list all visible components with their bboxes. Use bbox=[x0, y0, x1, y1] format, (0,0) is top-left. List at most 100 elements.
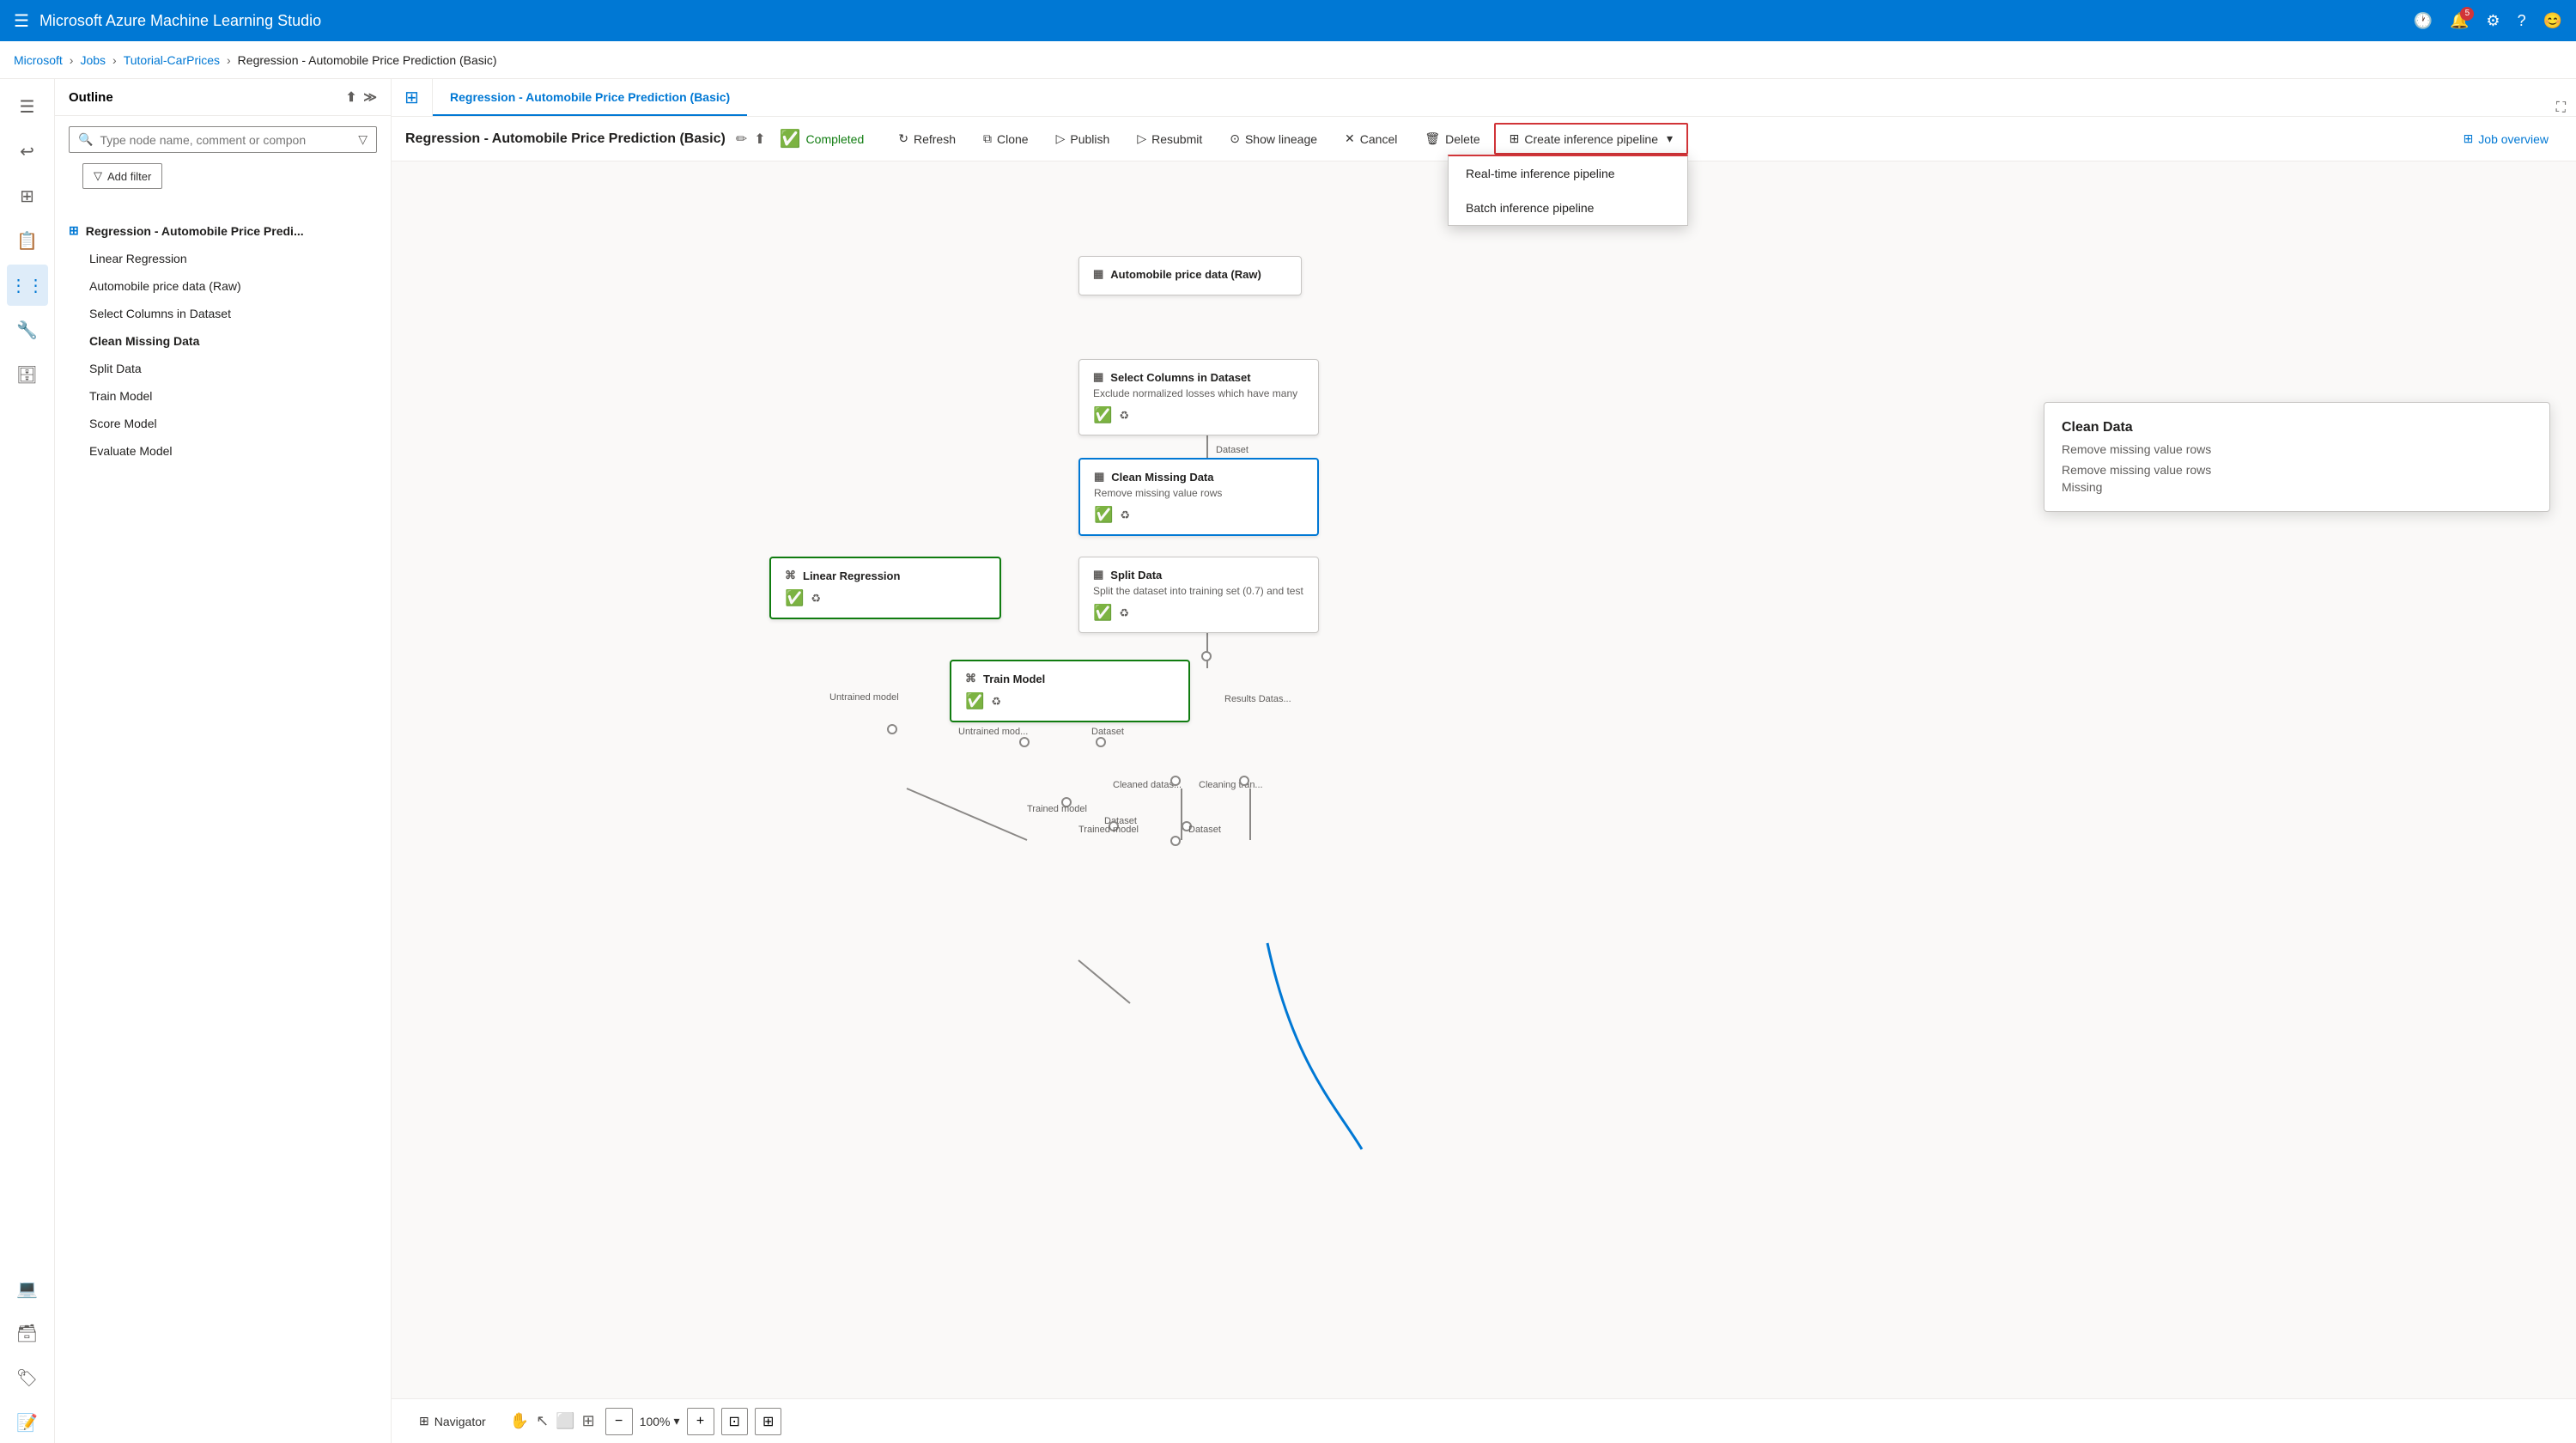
sidebar-compute-icon[interactable]: 💻 bbox=[7, 1268, 48, 1309]
real-time-label: Real-time inference pipeline bbox=[1466, 167, 1615, 180]
node-icon-train: ⌘ bbox=[965, 672, 976, 685]
node-title-train: Train Model bbox=[983, 673, 1045, 685]
label-untrained-mod: Untrained mod... bbox=[958, 727, 1028, 737]
connector-dot-7 bbox=[1170, 836, 1181, 846]
job-overview-button[interactable]: ⊞ Job overview bbox=[2450, 125, 2562, 153]
outline-search-container[interactable]: 🔍 ▽ bbox=[69, 126, 377, 153]
node-status-clean: ✅ ♻ bbox=[1094, 506, 1303, 524]
node-automobile-data[interactable]: ▦ Automobile price data (Raw) bbox=[1078, 256, 1302, 295]
user-avatar[interactable]: 😊 bbox=[2543, 12, 2562, 30]
cancel-button[interactable]: ✕ Cancel bbox=[1331, 125, 1411, 153]
resubmit-button[interactable]: ▷ Resubmit bbox=[1123, 125, 1216, 153]
topbar-icons: 🕐 🔔 5 ⚙ ? 😊 bbox=[2414, 12, 2562, 30]
create-inference-button[interactable]: ⊞ Create inference pipeline ▾ bbox=[1494, 123, 1688, 155]
canvas-bottom-bar: ⊞ Navigator ✋ ↖ ⬜ ⊞ − 100% ▾ + ⊡ ⊞ bbox=[392, 1398, 2576, 1443]
edit-icon[interactable]: ✏ bbox=[736, 131, 747, 148]
sidebar-bottom-icon[interactable]: 📝 bbox=[7, 1402, 48, 1443]
tree-item-evaluate-model[interactable]: Evaluate Model bbox=[55, 437, 391, 465]
breadcrumb-tutorial[interactable]: Tutorial-CarPrices bbox=[124, 53, 220, 67]
sidebar-data-icon[interactable]: 🗄 bbox=[7, 354, 48, 395]
filter-icon[interactable]: ▽ bbox=[358, 132, 368, 147]
breadcrumb-jobs[interactable]: Jobs bbox=[80, 53, 106, 67]
sidebar-home-icon[interactable]: ⊞ bbox=[7, 175, 48, 216]
node-recycle-icon-select: ♻ bbox=[1119, 409, 1129, 423]
label-dataset-score: Dataset bbox=[1188, 825, 1221, 835]
sidebar-back-icon[interactable]: ↩ bbox=[7, 131, 48, 172]
tree-item-automobile-data[interactable]: Automobile price data (Raw) bbox=[55, 272, 391, 300]
status-icon: ✅ bbox=[780, 128, 801, 149]
pointer-tool-icon[interactable]: ↖ bbox=[536, 1412, 549, 1430]
sidebar-jobs-icon[interactable]: 📋 bbox=[7, 220, 48, 261]
expand-icon[interactable]: ⛶ bbox=[2556, 100, 2566, 116]
outline-share-icon[interactable]: ⬆ bbox=[346, 89, 357, 105]
tooltip-title: Clean Data bbox=[2062, 420, 2532, 435]
sidebar-icons: ☰ ↩ ⊞ 📋 ⋮⋮ 🔧 🗄 💻 🗃 🏷 📝 bbox=[0, 79, 55, 1443]
publish-button[interactable]: ▷ Publish bbox=[1042, 125, 1124, 153]
toolbar: Regression - Automobile Price Prediction… bbox=[392, 117, 2576, 161]
real-time-inference-option[interactable]: Real-time inference pipeline bbox=[1449, 156, 1687, 191]
minimap-button[interactable]: ⊞ bbox=[755, 1408, 781, 1435]
node-split-data[interactable]: ▦ Split Data Split the dataset into trai… bbox=[1078, 557, 1319, 633]
tree-item-select-columns[interactable]: Select Columns in Dataset bbox=[55, 300, 391, 327]
tree-item-score-model[interactable]: Score Model bbox=[55, 410, 391, 437]
sidebar-menu-icon[interactable]: ☰ bbox=[7, 86, 48, 127]
zoom-out-button[interactable]: − bbox=[605, 1408, 633, 1435]
node-status-linear: ✅ ♻ bbox=[785, 589, 986, 607]
clone-button[interactable]: ⧉ Clone bbox=[969, 125, 1042, 153]
hand-tool-icon[interactable]: ✋ bbox=[510, 1412, 529, 1430]
node-icon-split: ▦ bbox=[1093, 568, 1103, 581]
share-icon[interactable]: ⬆ bbox=[754, 131, 765, 148]
status-text: Completed bbox=[806, 132, 865, 146]
hamburger-icon[interactable]: ☰ bbox=[14, 10, 29, 32]
batch-inference-option[interactable]: Batch inference pipeline bbox=[1449, 191, 1687, 225]
tooltip-desc: Remove missing value rows bbox=[2062, 442, 2532, 456]
show-lineage-button[interactable]: ⊙ Show lineage bbox=[1216, 125, 1331, 153]
pipeline-tab-icon[interactable]: ⊞ bbox=[404, 87, 419, 108]
node-title-select: Select Columns in Dataset bbox=[1110, 371, 1250, 384]
search-input[interactable] bbox=[100, 133, 351, 147]
tree-item-split-data[interactable]: Split Data bbox=[55, 355, 391, 382]
pipeline-canvas[interactable]: ▦ Automobile price data (Raw) Data outpu… bbox=[392, 161, 2576, 1398]
node-icon-clean: ▦ bbox=[1094, 470, 1104, 484]
zoom-in-button[interactable]: + bbox=[687, 1408, 714, 1435]
delete-button[interactable]: 🗑 Delete bbox=[1411, 125, 1493, 153]
refresh-button[interactable]: ↻ Refresh bbox=[884, 125, 969, 153]
outline-collapse-icon[interactable]: ≫ bbox=[363, 89, 377, 105]
sidebar-tags-icon[interactable]: 🏷 bbox=[7, 1357, 48, 1398]
dropdown-chevron-icon: ▾ bbox=[1667, 131, 1673, 146]
navigator-button[interactable]: ⊞ Navigator bbox=[405, 1407, 500, 1435]
publish-icon: ▷ bbox=[1056, 131, 1066, 146]
tree-item-linear-regression[interactable]: Linear Regression bbox=[55, 245, 391, 272]
tree-item-clean-missing[interactable]: Clean Missing Data bbox=[55, 327, 391, 355]
node-train-model[interactable]: ⌘ Train Model ✅ ♻ bbox=[950, 660, 1190, 722]
help-icon[interactable]: ? bbox=[2518, 12, 2526, 30]
clock-icon[interactable]: 🕐 bbox=[2414, 12, 2433, 30]
node-clean-missing[interactable]: ▦ Clean Missing Data Remove missing valu… bbox=[1078, 458, 1319, 536]
pipeline-tab-main[interactable]: Regression - Automobile Price Prediction… bbox=[433, 80, 747, 116]
bell-icon[interactable]: 🔔 5 bbox=[2450, 12, 2469, 30]
fit-screen-button[interactable]: ⊡ bbox=[721, 1408, 748, 1435]
sidebar-pipelines-icon[interactable]: ⋮⋮ bbox=[7, 265, 48, 306]
node-linear-regression[interactable]: ⌘ Linear Regression ✅ ♻ bbox=[769, 557, 1001, 619]
node-recycle-icon-train: ♻ bbox=[991, 695, 1001, 709]
tree-root-item[interactable]: ⊞ Regression - Automobile Price Predi... bbox=[55, 216, 391, 245]
frame-tool-icon[interactable]: ⬜ bbox=[556, 1412, 574, 1430]
sidebar-datastores-icon[interactable]: 🗃 bbox=[7, 1312, 48, 1354]
label-results-datas-2: Results Datas... bbox=[1224, 694, 1291, 704]
add-filter-button[interactable]: ▽ Add filter bbox=[82, 163, 162, 189]
zoom-chevron[interactable]: ▾ bbox=[674, 1414, 680, 1428]
outline-header-actions: ⬆ ≫ bbox=[346, 89, 377, 105]
grid-tool-icon[interactable]: ⊞ bbox=[582, 1412, 595, 1430]
tree-item-train-model[interactable]: Train Model bbox=[55, 382, 391, 410]
label-dataset-train: Dataset bbox=[1091, 727, 1124, 737]
job-overview-icon: ⊞ bbox=[2464, 131, 2474, 146]
clone-label: Clone bbox=[997, 132, 1029, 146]
filter-icon-btn: ▽ bbox=[94, 169, 102, 183]
pipeline-tabs: ⊞ Regression - Automobile Price Predicti… bbox=[392, 79, 2576, 117]
settings-icon[interactable]: ⚙ bbox=[2486, 12, 2500, 30]
node-select-columns[interactable]: ▦ Select Columns in Dataset Exclude norm… bbox=[1078, 359, 1319, 435]
node-desc-clean: Remove missing value rows bbox=[1094, 487, 1303, 499]
node-desc-split: Split the dataset into training set (0.7… bbox=[1093, 585, 1304, 597]
sidebar-components-icon[interactable]: 🔧 bbox=[7, 309, 48, 350]
breadcrumb-microsoft[interactable]: Microsoft bbox=[14, 53, 63, 67]
